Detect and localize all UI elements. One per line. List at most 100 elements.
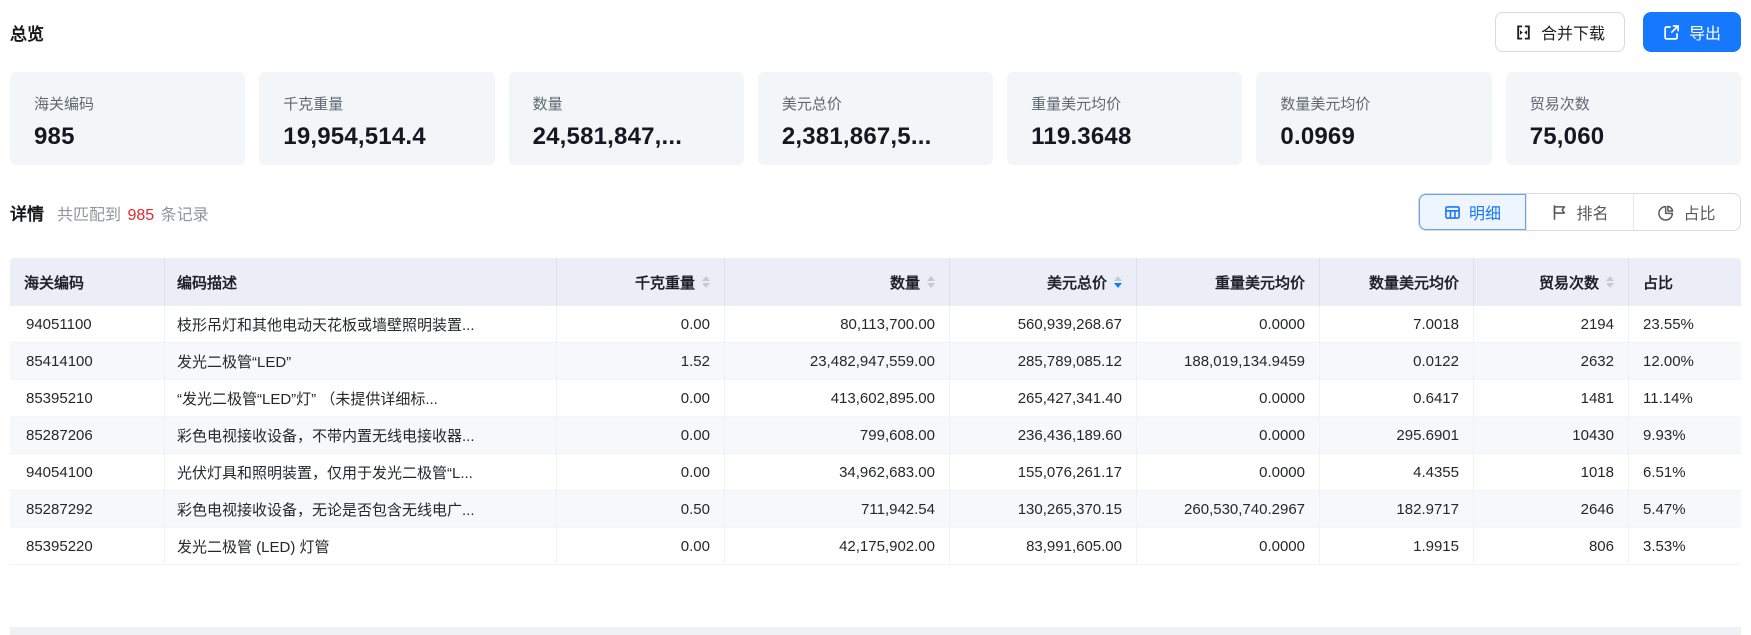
column-label: 海关编码	[24, 272, 84, 293]
cell-qty: 799,608.00	[725, 417, 950, 454]
cell-desc: “发光二极管“LED”灯” （未提供详细标...	[165, 380, 557, 417]
export-icon	[1663, 24, 1680, 41]
stat-label: 数量美元均价	[1280, 93, 1481, 114]
sort-icon[interactable]	[702, 276, 710, 288]
cell-usd_per_qty: 0.6417	[1320, 380, 1474, 417]
cell-usd: 285,789,085.12	[950, 343, 1137, 380]
stat-card: 海关编码985	[10, 72, 245, 165]
tab-label: 排名	[1576, 200, 1608, 224]
column-header-share: 占比	[1629, 258, 1741, 306]
stat-card: 数量 24,581,847,...	[509, 72, 744, 165]
topbar: 总览 合并下载	[10, 12, 1741, 52]
tab-share[interactable]: 占比	[1633, 194, 1740, 230]
cell-kg: 0.00	[557, 528, 725, 565]
stat-value: 985	[34, 123, 235, 151]
cell-usd_per_kg: 260,530,740.2967	[1137, 491, 1320, 528]
column-header-trades[interactable]: 贸易次数	[1474, 258, 1629, 306]
cell-desc: 枝形吊灯和其他电动天花板或墙壁照明装置...	[165, 306, 557, 343]
table-row: 85287292彩色电视接收设备，无论是否包含无线电广...0.50711,94…	[10, 491, 1741, 528]
cell-share: 3.53%	[1629, 528, 1741, 565]
column-label: 数量美元均价	[1369, 272, 1459, 293]
cell-share: 6.51%	[1629, 454, 1741, 491]
cell-usd_per_kg: 0.0000	[1137, 306, 1320, 343]
cell-trades: 806	[1474, 528, 1629, 565]
sort-icon[interactable]	[1114, 276, 1122, 288]
cell-usd_per_kg: 0.0000	[1137, 528, 1320, 565]
sort-icon[interactable]	[1606, 276, 1614, 288]
column-header-code: 海关编码	[10, 258, 165, 306]
stat-label: 美元总价	[782, 93, 983, 114]
cell-usd_per_qty: 295.6901	[1320, 417, 1474, 454]
cell-code: 94054100	[10, 454, 165, 491]
cell-usd: 560,939,268.67	[950, 306, 1137, 343]
table-row: 94051100枝形吊灯和其他电动天花板或墙壁照明装置...0.0080,113…	[10, 306, 1741, 343]
pie-icon	[1658, 204, 1675, 221]
export-button[interactable]: 导出	[1643, 12, 1741, 52]
partial-next-row	[10, 627, 1741, 635]
cell-share: 23.55%	[1629, 306, 1741, 343]
cell-qty: 23,482,947,559.00	[725, 343, 950, 380]
cell-code: 85414100	[10, 343, 165, 380]
column-label: 美元总价	[1047, 272, 1107, 293]
cell-usd_per_qty: 7.0018	[1320, 306, 1474, 343]
column-label: 数量	[890, 272, 920, 293]
cell-share: 5.47%	[1629, 491, 1741, 528]
stat-value: 19,954,514.4	[283, 123, 484, 151]
cell-kg: 0.00	[557, 454, 725, 491]
cell-kg: 0.50	[557, 491, 725, 528]
results-table: 海关编码编码描述千克重量数量美元总价重量美元均价数量美元均价贸易次数占比 940…	[10, 258, 1741, 565]
cell-share: 9.93%	[1629, 417, 1741, 454]
cell-code: 85287206	[10, 417, 165, 454]
cell-kg: 0.00	[557, 306, 725, 343]
table-header-row: 海关编码编码描述千克重量数量美元总价重量美元均价数量美元均价贸易次数占比	[10, 258, 1741, 306]
table-row: 85414100发光二极管“LED”1.5223,482,947,559.002…	[10, 343, 1741, 380]
table-icon	[1444, 204, 1461, 221]
cell-usd_per_kg: 0.0000	[1137, 417, 1320, 454]
stat-card: 数量美元均价 0.0969	[1256, 72, 1491, 165]
merge-download-label: 合并下载	[1541, 20, 1605, 44]
sort-icon[interactable]	[927, 276, 935, 288]
table-row: 94054100光伏灯具和照明装置，仅用于发光二极管“L...0.0034,96…	[10, 454, 1741, 491]
stat-value: 24,581,847,...	[533, 123, 734, 151]
table-body: 94051100枝形吊灯和其他电动天花板或墙壁照明装置...0.0080,113…	[10, 306, 1741, 565]
cell-desc: 彩色电视接收设备，无论是否包含无线电广...	[165, 491, 557, 528]
column-header-usd_per_kg: 重量美元均价	[1137, 258, 1320, 306]
cell-desc: 彩色电视接收设备，不带内置无线电接收器...	[165, 417, 557, 454]
detail-bar: 详情 共匹配到 985 条记录 明细排名占比	[10, 193, 1741, 231]
match-prefix: 共匹配到	[57, 207, 121, 224]
cell-code: 85395210	[10, 380, 165, 417]
merge-download-button[interactable]: 合并下载	[1495, 12, 1625, 52]
stat-label: 数量	[533, 93, 734, 114]
cell-desc: 发光二极管 (LED) 灯管	[165, 528, 557, 565]
cell-desc: 光伏灯具和照明装置，仅用于发光二极管“L...	[165, 454, 557, 491]
stat-card: 贸易次数75,060	[1506, 72, 1741, 165]
column-label: 重量美元均价	[1215, 272, 1305, 293]
stat-value: 2,381,867,5...	[782, 123, 983, 151]
cell-usd_per_qty: 1.9915	[1320, 528, 1474, 565]
cell-kg: 0.00	[557, 380, 725, 417]
cell-usd_per_qty: 0.0122	[1320, 343, 1474, 380]
tab-label: 占比	[1683, 200, 1715, 224]
column-label: 贸易次数	[1539, 272, 1599, 293]
tab-detail[interactable]: 明细	[1419, 194, 1526, 230]
tab-ranking[interactable]: 排名	[1526, 194, 1633, 230]
column-header-kg[interactable]: 千克重量	[557, 258, 725, 306]
table-row: 85395210“发光二极管“LED”灯” （未提供详细标...0.00413,…	[10, 380, 1741, 417]
page-title: 总览	[10, 20, 44, 45]
cell-share: 11.14%	[1629, 380, 1741, 417]
page: 总览 合并下载	[0, 0, 1751, 635]
cell-trades: 2632	[1474, 343, 1629, 380]
column-header-qty[interactable]: 数量	[725, 258, 950, 306]
stats-row: 海关编码985 千克重量 19,954,514.4 数量 24,581,847,... 美…	[10, 72, 1741, 165]
column-header-usd[interactable]: 美元总价	[950, 258, 1137, 306]
cell-trades: 1481	[1474, 380, 1629, 417]
stat-label: 千克重量	[283, 93, 484, 114]
flag-icon	[1551, 204, 1568, 221]
table-row: 85395220发光二极管 (LED) 灯管0.0042,175,902.008…	[10, 528, 1741, 565]
column-label: 占比	[1643, 272, 1673, 293]
export-label: 导出	[1689, 20, 1721, 44]
stat-label: 重量美元均价	[1031, 93, 1232, 114]
stat-value: 75,060	[1530, 123, 1731, 151]
stat-value: 0.0969	[1280, 123, 1481, 151]
cell-usd_per_kg: 0.0000	[1137, 454, 1320, 491]
